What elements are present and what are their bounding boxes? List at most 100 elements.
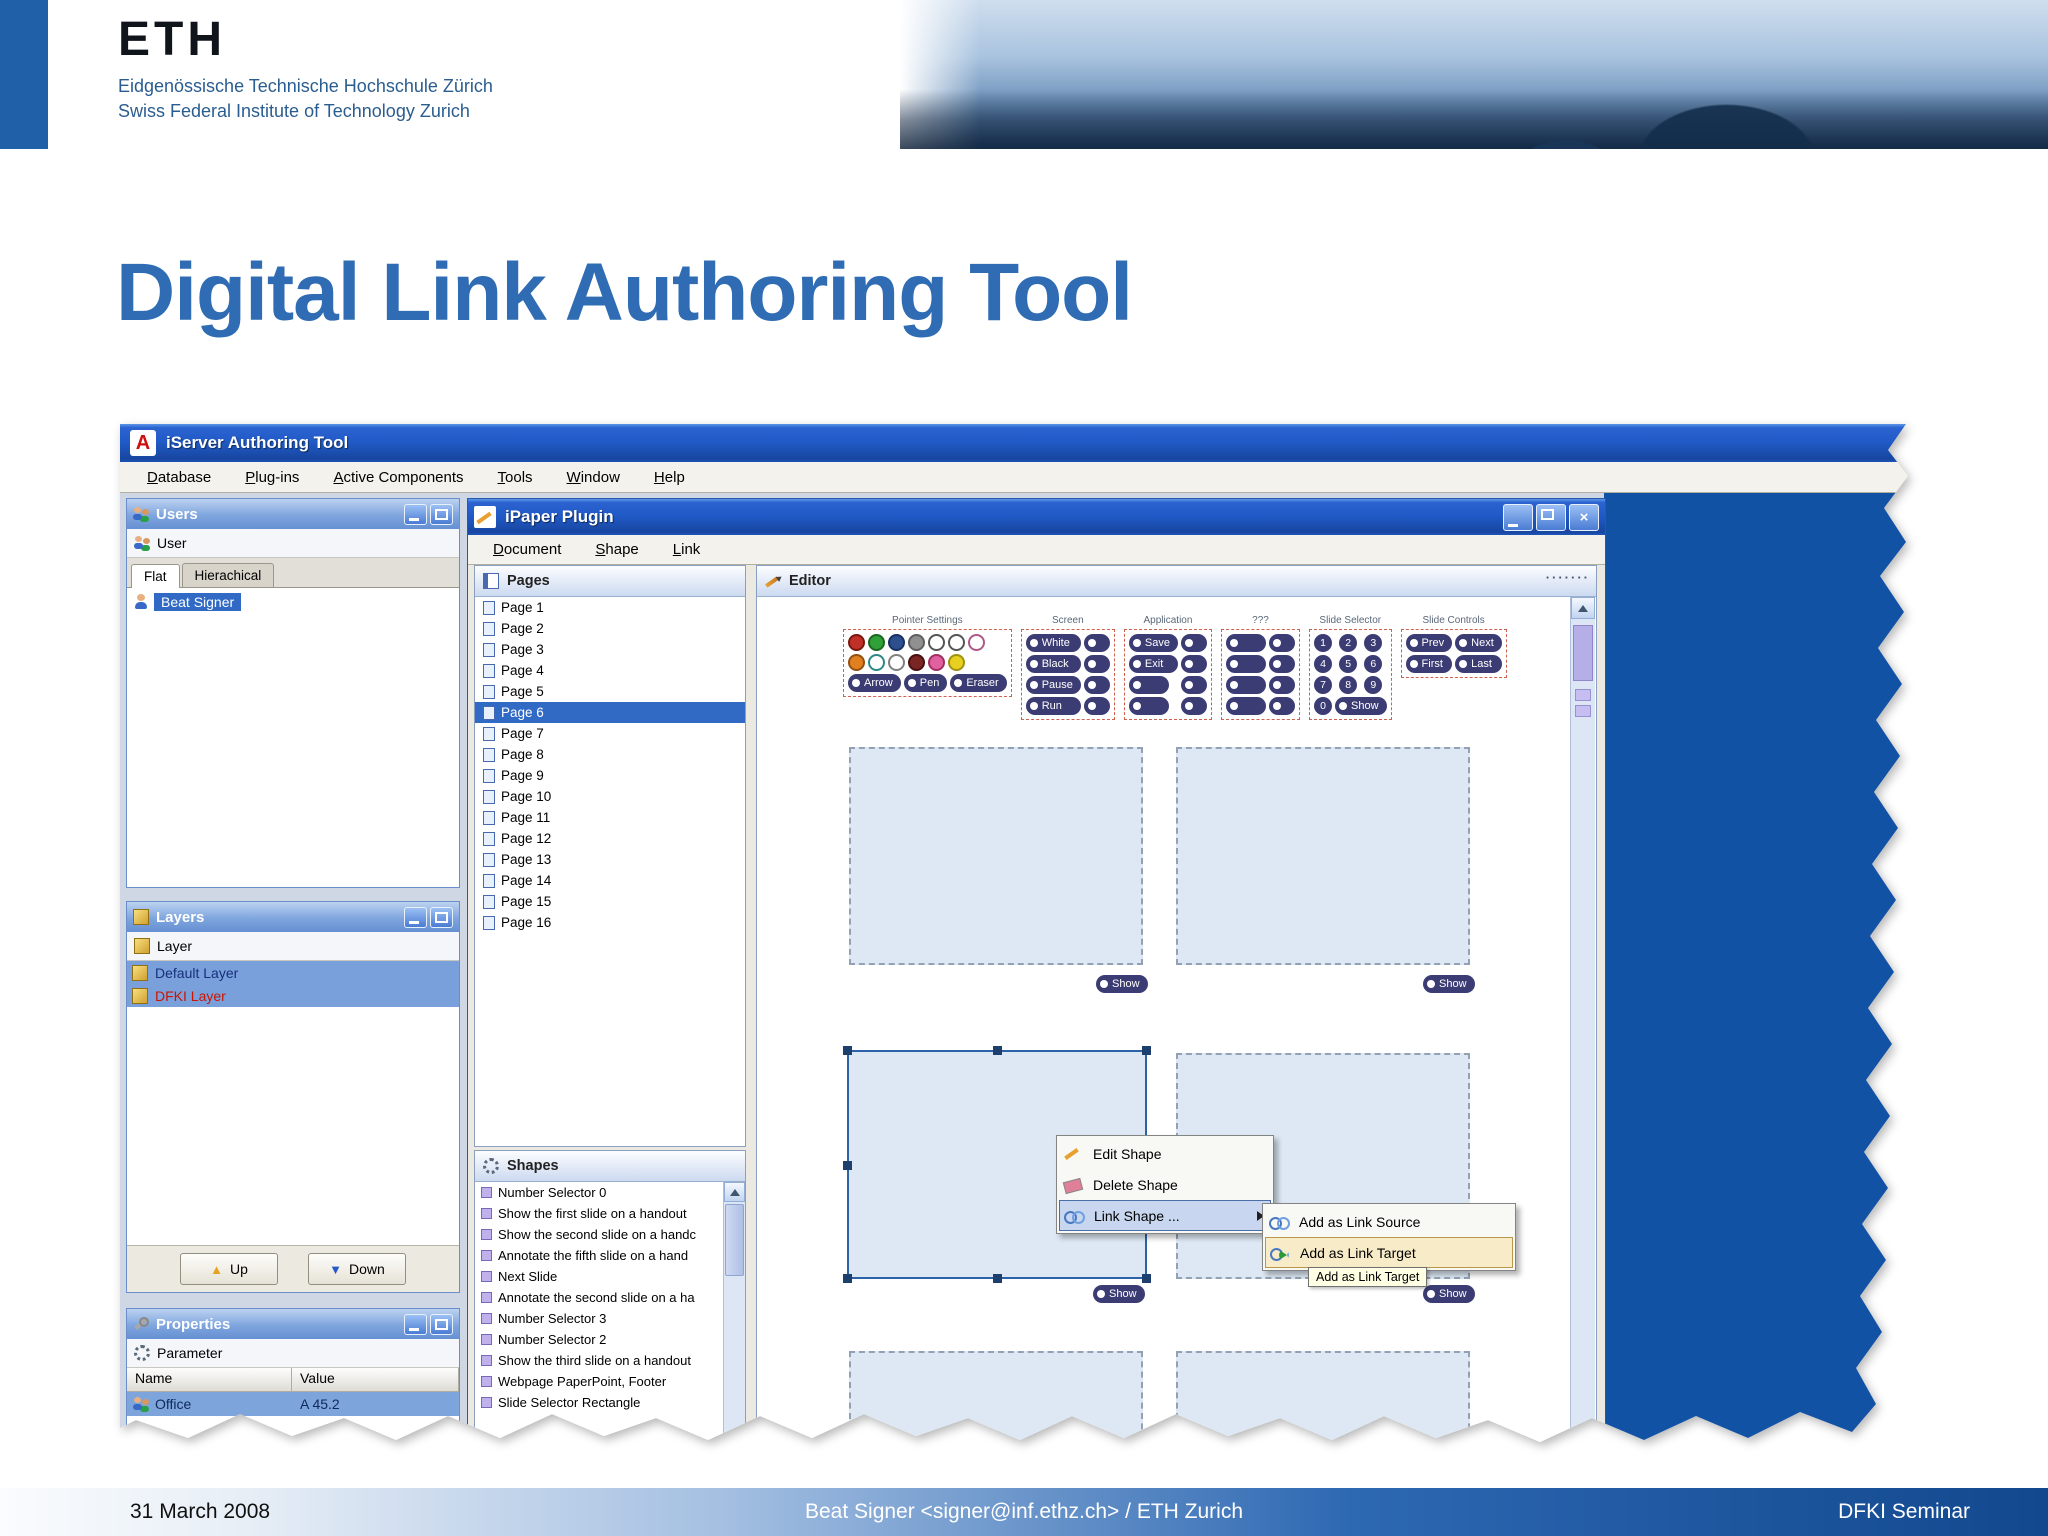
page-list-item[interactable]: Page 8 [475, 744, 745, 765]
paper-button-blank[interactable] [1083, 655, 1110, 673]
digit-button[interactable]: 8 [1339, 676, 1358, 694]
page-list-item[interactable]: Page 11 [475, 807, 745, 828]
paper-button-blank[interactable] [1226, 634, 1266, 652]
resize-handle[interactable] [1142, 1274, 1151, 1283]
paper-button-arrow[interactable]: Arrow [848, 674, 901, 692]
scroll-up-button[interactable] [724, 1182, 745, 1202]
shape-list-item[interactable]: Slide Selector Rectangle [475, 1392, 723, 1413]
digit-button[interactable]: 1 [1314, 634, 1332, 652]
shape-list-item[interactable]: Show the third slide on a handout [475, 1350, 723, 1371]
tab-flat[interactable]: Flat [131, 564, 180, 588]
color-swatch[interactable] [868, 634, 885, 651]
page-list-item[interactable]: Page 5 [475, 681, 745, 702]
scrollbar-thumb[interactable] [1573, 625, 1593, 681]
users-panel-titlebar[interactable]: Users [127, 499, 459, 529]
digit-button[interactable]: 9 [1364, 676, 1383, 694]
paper-button-blank[interactable] [1083, 634, 1110, 652]
color-swatch[interactable] [908, 654, 925, 671]
layer-down-button[interactable]: ▼ Down [308, 1253, 406, 1285]
shape-list-item[interactable]: Next Slide [475, 1266, 723, 1287]
properties-minimize-button[interactable] [404, 1313, 427, 1335]
paper-button-blank[interactable] [1181, 634, 1207, 652]
show-shape-button[interactable]: Show [1423, 975, 1475, 993]
page-list-item[interactable]: Page 14 [475, 870, 745, 891]
paper-button-first[interactable]: First [1405, 655, 1453, 673]
editor-scrollbar[interactable] [1570, 597, 1595, 1442]
column-name[interactable]: Name [127, 1368, 292, 1391]
paper-button-blank[interactable] [1181, 676, 1207, 694]
color-swatch[interactable] [848, 634, 865, 651]
ipaper-minimize-button[interactable] [1503, 503, 1533, 531]
page-list-item[interactable]: Page 12 [475, 828, 745, 849]
paper-button-blank[interactable] [1181, 655, 1207, 673]
show-shape-button[interactable]: Show [1423, 1285, 1475, 1303]
layers-maximize-button[interactable] [430, 906, 453, 928]
menu-shape[interactable]: Shape [578, 534, 655, 565]
paper-button-next[interactable]: Next [1455, 634, 1502, 652]
color-swatch[interactable] [948, 654, 965, 671]
paper-button-blank[interactable] [1269, 655, 1295, 673]
color-swatch[interactable] [888, 654, 905, 671]
digit-zero-button[interactable]: 0 [1314, 697, 1332, 715]
editor-canvas[interactable]: Pointer Settings Arrow Pen Eraser Screen… [758, 597, 1571, 1442]
color-swatch[interactable] [908, 634, 925, 651]
layer-up-button[interactable]: ▲ Up [180, 1253, 278, 1285]
paper-button-run[interactable]: Run [1025, 697, 1081, 715]
paper-button-blank[interactable] [1181, 697, 1207, 715]
color-swatch[interactable] [928, 654, 945, 671]
digit-button[interactable]: 4 [1314, 655, 1332, 673]
page-list-item[interactable]: Page 15 [475, 891, 745, 912]
users-maximize-button[interactable] [430, 503, 453, 525]
layers-minimize-button[interactable] [404, 906, 427, 928]
property-row[interactable]: Office A 45.2 [127, 1392, 459, 1416]
slide-shape[interactable] [1176, 747, 1470, 965]
menu-item-edit-shape[interactable]: Edit Shape [1059, 1138, 1271, 1169]
resize-handle[interactable] [843, 1274, 852, 1283]
shape-list-item[interactable]: Number Selector 2 [475, 1329, 723, 1350]
color-swatch[interactable] [868, 654, 885, 671]
paper-button-blank[interactable] [1128, 676, 1169, 694]
properties-maximize-button[interactable] [430, 1313, 453, 1335]
menu-tools[interactable]: Tools [481, 462, 550, 493]
paper-button-blank[interactable] [1226, 697, 1266, 715]
slide-shape[interactable] [849, 1351, 1143, 1442]
resize-handle[interactable] [993, 1046, 1002, 1055]
page-list-item[interactable]: Page 16 [475, 912, 745, 933]
layer-list-item[interactable]: DFKI Layer [127, 984, 459, 1007]
menu-window[interactable]: Window [550, 462, 637, 493]
properties-panel-titlebar[interactable]: Properties [127, 1309, 459, 1339]
paper-button-exit[interactable]: Exit [1128, 655, 1178, 673]
show-shape-button[interactable]: Show [1093, 1285, 1145, 1303]
shape-list-item[interactable]: Show the second slide on a handc [475, 1224, 723, 1245]
layers-panel-titlebar[interactable]: Layers [127, 902, 459, 932]
resize-handle[interactable] [843, 1046, 852, 1055]
column-value[interactable]: Value [292, 1368, 459, 1391]
scroll-up-button[interactable] [1571, 597, 1595, 619]
menu-active-components[interactable]: Active Components [316, 462, 480, 493]
page-list-item[interactable]: Page 2 [475, 618, 745, 639]
page-list-item-selected[interactable]: Page 6 [475, 702, 745, 723]
color-swatch[interactable] [888, 634, 905, 651]
paper-button-blank[interactable] [1083, 697, 1110, 715]
menu-help[interactable]: Help [637, 462, 702, 493]
color-swatch[interactable] [928, 634, 945, 651]
menu-item-link-shape[interactable]: Link Shape ... [1059, 1200, 1271, 1231]
paper-button-pause[interactable]: Pause [1025, 676, 1081, 694]
slide-shape[interactable] [1176, 1351, 1470, 1442]
paper-button-save[interactable]: Save [1128, 634, 1178, 652]
shape-list-item[interactable]: Annotate the second slide on a ha [475, 1287, 723, 1308]
parameter-toolbar-label[interactable]: Parameter [157, 1345, 222, 1361]
shape-list-item[interactable]: Annotate the fifth slide on a hand [475, 1245, 723, 1266]
menu-link[interactable]: Link [656, 534, 718, 565]
page-list-item[interactable]: Page 7 [475, 723, 745, 744]
resize-handle[interactable] [1142, 1046, 1151, 1055]
menu-database[interactable]: Database [130, 462, 228, 493]
user-list-item[interactable]: Beat Signer [127, 588, 459, 616]
digit-button[interactable]: 6 [1364, 655, 1383, 673]
color-swatch[interactable] [948, 634, 965, 651]
paper-button-eraser[interactable]: Eraser [950, 674, 1007, 692]
slide-shape[interactable] [849, 747, 1143, 965]
ipaper-close-button[interactable]: × [1569, 503, 1599, 531]
shape-list-item[interactable]: Webpage PaperPoint, Footer [475, 1371, 723, 1392]
paper-button-blank[interactable] [1269, 634, 1295, 652]
